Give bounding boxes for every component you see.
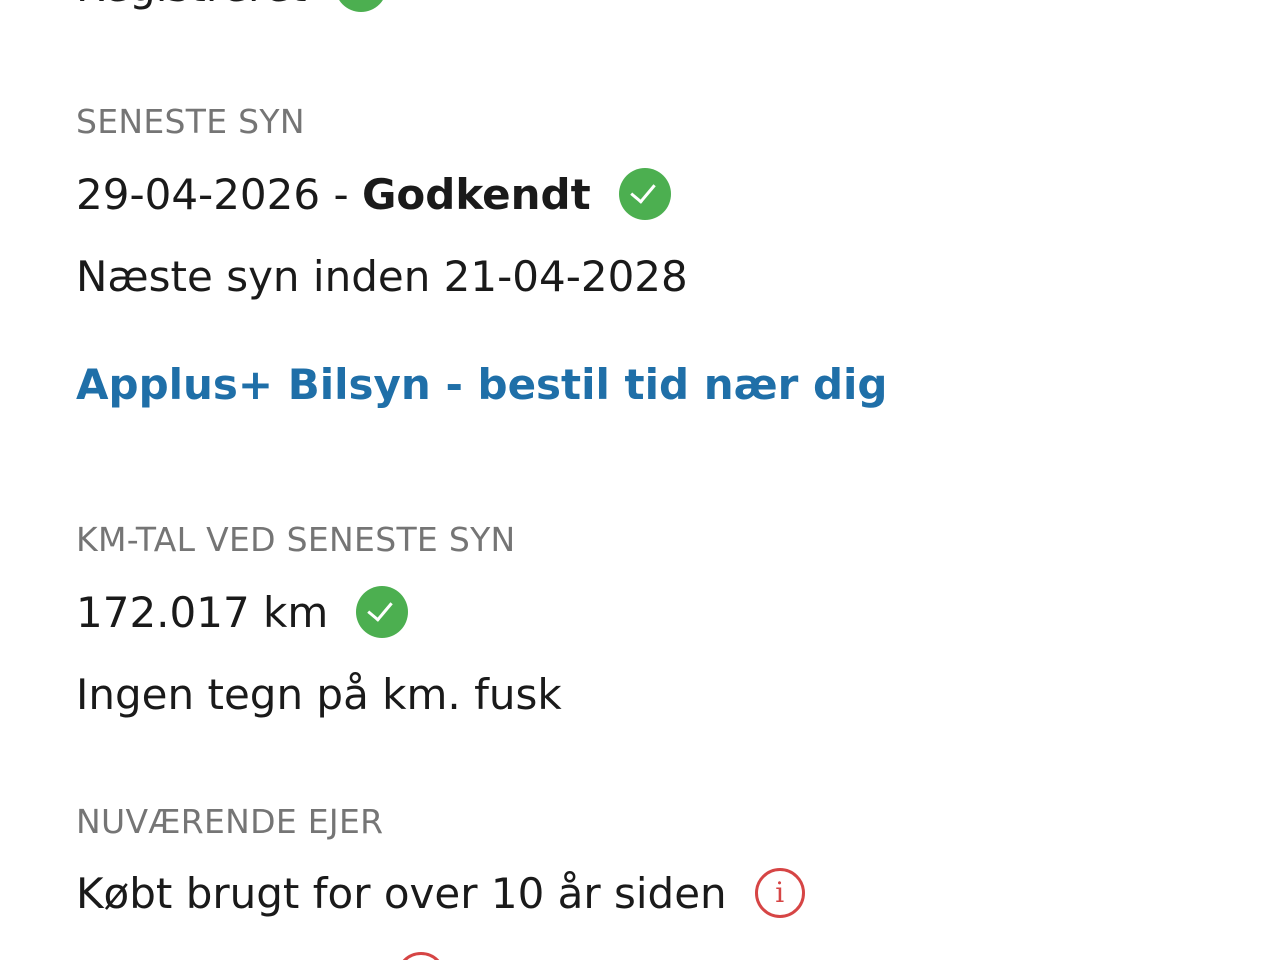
registered-row: Registreret: [76, 0, 387, 12]
inspection-date: 29-04-2026: [76, 169, 321, 219]
mileage-section-label: KM-TAL VED SENESTE SYN: [76, 520, 516, 559]
owner-section-label: NUVÆRENDE EJER: [76, 802, 384, 841]
mileage-fraud-note: Ingen tegn på km. fusk: [76, 670, 562, 719]
registered-label: Registreret: [76, 0, 307, 11]
next-inspection-text: Næste syn inden 21-04-2028: [76, 252, 688, 301]
book-inspection-link[interactable]: Applus+ Bilsyn - bestil tid nær dig: [76, 360, 887, 409]
inspection-section-label: SENESTE SYN: [76, 102, 305, 141]
inspection-separator: -: [320, 169, 362, 219]
mileage-value: 172.017 km: [76, 587, 329, 637]
check-circle-icon: [334, 0, 387, 12]
info-icon[interactable]: i: [754, 868, 805, 918]
check-circle-icon: [356, 586, 409, 638]
owner-row: Købt brugt for over 10 år siden i: [76, 868, 805, 918]
inspection-result-row: 29-04-2026 - Godkendt: [76, 168, 671, 220]
inspection-status: Godkendt: [361, 169, 591, 219]
owner-value: Købt brugt for over 10 år siden: [76, 868, 727, 918]
info-icon[interactable]: [396, 952, 446, 960]
mileage-row: 172.017 km: [76, 586, 409, 638]
check-circle-icon: [618, 168, 671, 220]
next-row-clipped: [396, 952, 446, 960]
